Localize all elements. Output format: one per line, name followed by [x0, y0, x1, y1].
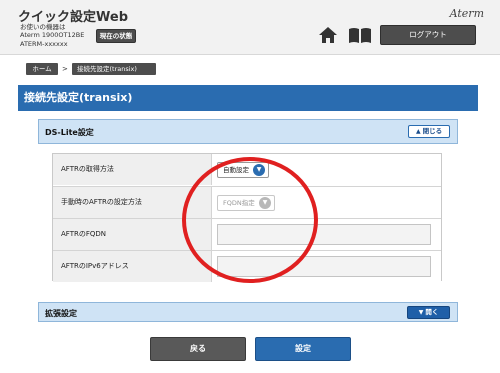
breadcrumb-current: 接続先設定(transix): [72, 63, 156, 75]
chevron-up-icon: ▲: [415, 128, 421, 135]
device-info: お使いの機器は Aterm 1900OT12BE ATERM-xxxxxx: [20, 23, 84, 48]
chevron-down-icon: ▼: [418, 309, 424, 316]
current-status-button[interactable]: 現在の状態: [96, 29, 136, 43]
page-title: 接続先設定(transix): [18, 85, 478, 111]
logout-button[interactable]: ログアウト: [380, 25, 476, 45]
extended-label: 拡張設定: [45, 309, 77, 318]
extended-open-label: 開く: [425, 308, 439, 316]
home-icon[interactable]: [318, 26, 338, 44]
back-button[interactable]: 戻る: [150, 337, 246, 361]
extended-open-button[interactable]: ▼ 開く: [407, 306, 450, 319]
device-name: ATERM-xxxxxx: [20, 39, 68, 48]
device-model: Aterm 1900OT12BE: [20, 31, 85, 40]
brand-logo: Aterm: [449, 7, 484, 20]
breadcrumb-home[interactable]: ホーム: [26, 63, 58, 75]
extended-section-header: 拡張設定 ▼ 開く: [38, 302, 458, 322]
device-info-line: お使いの機器は: [20, 23, 66, 31]
ds-lite-close-button[interactable]: ▲ 閉じる: [408, 125, 450, 138]
apply-button[interactable]: 設定: [255, 337, 351, 361]
ds-lite-close-label: 閉じる: [422, 127, 443, 135]
ds-lite-label: DS-Lite設定: [45, 128, 94, 137]
book-icon[interactable]: [348, 27, 372, 44]
header-bar: クイック設定Web お使いの機器は Aterm 1900OT12BE ATERM…: [0, 0, 500, 55]
breadcrumb-separator: >: [62, 65, 68, 73]
ds-lite-section-header: DS-Lite設定 ▲ 閉じる: [38, 119, 458, 144]
annotation-circle: [182, 157, 318, 283]
